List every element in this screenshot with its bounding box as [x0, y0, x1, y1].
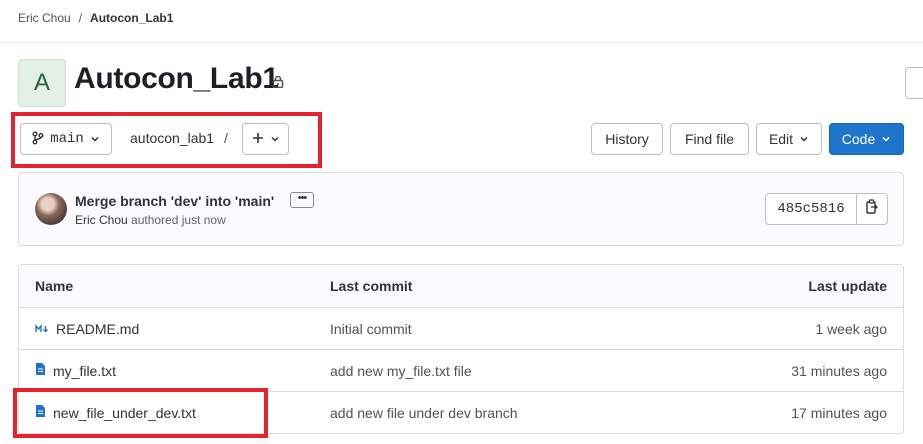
column-header-name: Name [35, 278, 74, 294]
header-divider [0, 42, 923, 43]
avatar[interactable] [35, 193, 67, 225]
commit-author-link[interactable]: Eric Chou [75, 213, 128, 227]
file-name-cell: my_file.txt [35, 350, 116, 391]
lock-icon [272, 75, 284, 93]
file-updated: 1 week ago [815, 320, 887, 337]
markdown-icon [35, 321, 49, 337]
highlight-box-toolbar [11, 112, 322, 168]
file-commit-link[interactable]: Initial commit [330, 308, 412, 349]
column-header-last-commit: Last commit [330, 278, 413, 294]
copy-sha-button[interactable] [856, 193, 888, 225]
commit-sha[interactable]: 485c5816 [765, 193, 857, 225]
edit-button-label: Edit [768, 131, 794, 147]
breadcrumb-project[interactable]: Autocon_Lab1 [90, 11, 173, 25]
table-row[interactable]: README.md Initial commit 1 week ago [19, 308, 903, 350]
file-commit-link[interactable]: add new file under dev branch [330, 392, 518, 433]
highlight-box-file [13, 388, 268, 438]
breadcrumb-separator: / [78, 11, 83, 25]
file-link[interactable]: my_file.txt [53, 363, 116, 379]
copy-icon [865, 199, 879, 219]
commit-description-toggle[interactable]: ••• [290, 192, 314, 208]
find-file-button[interactable]: Find file [670, 123, 749, 155]
column-header-last-update: Last update [808, 278, 887, 294]
history-button-label: History [605, 131, 649, 147]
commit-meta: Eric Chou authored just now [75, 213, 226, 227]
commit-authored-text: authored just now [131, 213, 226, 227]
edit-button[interactable]: Edit [756, 123, 822, 155]
project-actions-button[interactable] [905, 67, 923, 99]
find-file-button-label: Find file [684, 131, 735, 147]
breadcrumb: Eric Chou / Autocon_Lab1 [18, 11, 173, 25]
file-updated: 17 minutes ago [791, 404, 887, 421]
code-button[interactable]: Code [829, 123, 904, 155]
breadcrumb-group[interactable]: Eric Chou [18, 11, 71, 25]
file-commit-link[interactable]: add new my_file.txt file [330, 350, 472, 391]
latest-commit-card: Merge branch 'dev' into 'main' ••• Eric … [18, 172, 904, 246]
table-row[interactable]: my_file.txt add new my_file.txt file 31 … [19, 350, 903, 392]
table-header-row: Name Last commit Last update [19, 265, 903, 308]
file-name-cell: README.md [35, 308, 139, 349]
history-button[interactable]: History [591, 123, 663, 155]
chevron-down-icon [881, 131, 891, 147]
chevron-down-icon [799, 131, 809, 147]
file-link[interactable]: README.md [56, 321, 139, 337]
page-title: Autocon_Lab1 [74, 62, 279, 95]
commit-title-link[interactable]: Merge branch 'dev' into 'main' [75, 193, 274, 209]
file-updated: 31 minutes ago [791, 362, 887, 379]
file-icon [35, 362, 46, 379]
code-button-label: Code [841, 131, 876, 147]
project-avatar: A [18, 59, 66, 107]
